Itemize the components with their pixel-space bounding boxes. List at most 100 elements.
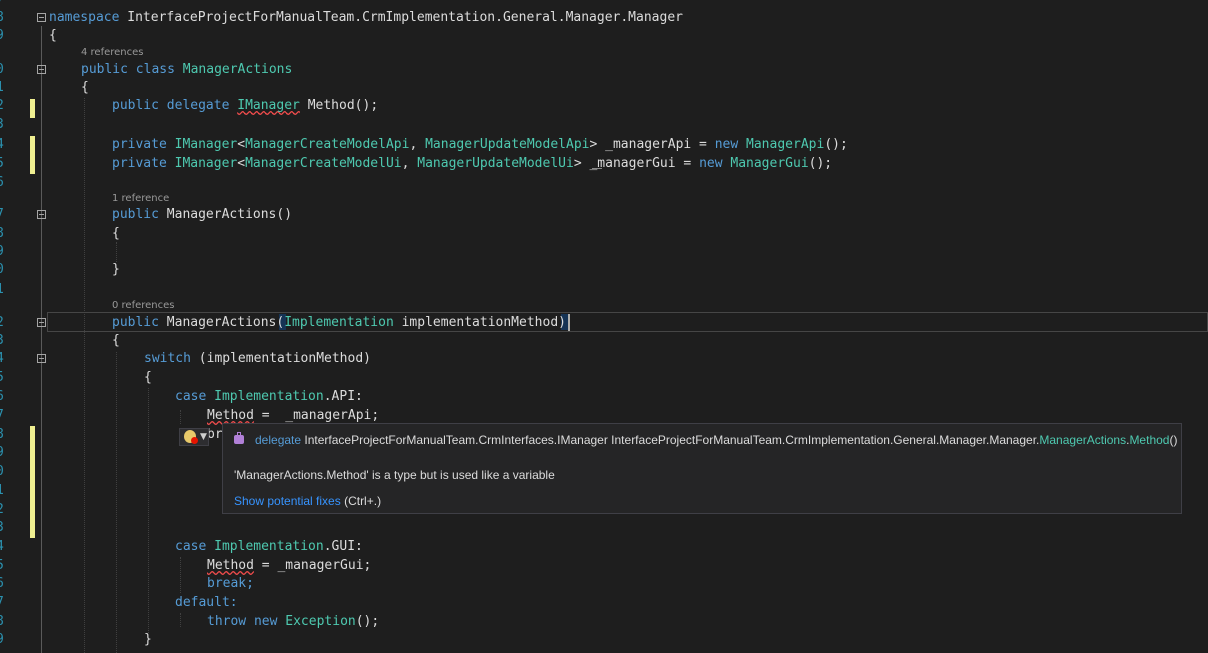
line-number: 9 — [0, 444, 8, 462]
keyword: private — [112, 137, 167, 152]
code-line[interactable]: public ManagerActions() — [0, 206, 1208, 224]
namespace-name: InterfaceProjectForManualTeam.CrmImpleme… — [119, 10, 683, 25]
keyword: public — [112, 207, 159, 222]
line-number-row: 3 — [0, 116, 1208, 134]
code-line-current[interactable]: public ManagerActions(Implementation imp… — [0, 314, 1208, 332]
enum-member: .API: — [323, 389, 363, 404]
line-number: 9 — [0, 243, 8, 261]
tooltip-class-name: ManagerActions — [1039, 433, 1127, 447]
codelens-references[interactable]: 0 references — [112, 300, 175, 311]
tooltip-signature: delegate InterfaceProjectForManualTeam.C… — [255, 433, 1177, 447]
keyword: case — [175, 539, 207, 554]
line-number-row: 3 — [0, 519, 1208, 537]
identifier-error[interactable]: Method — [207, 558, 254, 573]
type-name: ManagerUpdateModelApi — [425, 137, 590, 152]
collapse-toggle-icon[interactable] — [37, 13, 46, 22]
code-line[interactable]: namespace InterfaceProjectForManualTeam.… — [0, 9, 1208, 27]
code-line[interactable]: case Implementation.GUI: — [0, 538, 1208, 556]
assignment: = _managerGui; — [253, 558, 372, 573]
keyword: new — [714, 137, 739, 152]
type-name: Implementation — [214, 539, 324, 554]
keyword: throw — [207, 614, 247, 629]
code-line[interactable]: Method = _managerGui; — [0, 557, 1208, 575]
constructor-name: ManagerActions — [166, 207, 277, 222]
assignment: = _managerApi; — [253, 408, 380, 423]
tooltip-keyword: delegate — [255, 433, 302, 447]
line-number-row: 1 — [0, 281, 1208, 299]
code-line[interactable]: private IManager<ManagerCreateModelUi, M… — [0, 155, 1208, 173]
keyword: public — [112, 98, 159, 113]
punctuation: , — [409, 137, 426, 152]
suggestion-marker — [592, 168, 602, 169]
line-number-row: 6 — [0, 174, 1208, 192]
keyword: public — [112, 315, 159, 330]
punctuation: , — [401, 156, 418, 171]
type-name: ManagerCreateModelUi — [245, 156, 402, 171]
quick-actions-lightbulb[interactable]: ▼ — [179, 428, 209, 446]
collapse-toggle-icon[interactable] — [37, 210, 46, 219]
line-number-row: 7 — [0, 0, 1208, 9]
code-line[interactable]: } — [0, 261, 1208, 279]
keyword: namespace — [49, 10, 120, 25]
method-declaration: Method(); — [307, 98, 379, 113]
class-name: ManagerActions — [182, 62, 293, 77]
code-line[interactable]: } — [0, 631, 1208, 649]
punctuation: () — [276, 207, 293, 222]
show-potential-fixes-link[interactable]: Show potential fixes — [234, 494, 341, 508]
code-line[interactable]: case Implementation.API: — [0, 388, 1208, 406]
type-name: IManager — [174, 156, 238, 171]
punctuation: < — [237, 137, 246, 152]
code-line[interactable]: break; — [0, 575, 1208, 593]
keyword: public — [81, 62, 128, 77]
code-line[interactable]: { — [0, 225, 1208, 243]
text-caret — [568, 314, 570, 331]
error-badge-icon — [191, 437, 198, 444]
code-editor[interactable]: 789012345678901234567890123456789 namesp… — [0, 0, 1208, 653]
line-number: 1 — [0, 281, 8, 299]
code-line[interactable]: public class ManagerActions — [0, 61, 1208, 79]
code-line[interactable]: switch (implementationMethod) — [0, 350, 1208, 368]
punctuation: (); — [355, 614, 380, 629]
indent-guide — [116, 242, 117, 262]
code-line[interactable]: public delegate IManager Method(); — [0, 97, 1208, 115]
collapse-toggle-icon[interactable] — [37, 354, 46, 363]
potential-fixes-line: Show potential fixes (Ctrl+.) — [234, 494, 381, 508]
keyword: new — [253, 614, 278, 629]
dropdown-arrow-icon: ▼ — [200, 432, 207, 442]
delegate-icon — [234, 432, 244, 444]
identifier-error[interactable]: Method — [207, 408, 254, 423]
punctuation: < — [237, 156, 246, 171]
partial-text: br — [207, 427, 223, 442]
code-line[interactable]: default: — [0, 594, 1208, 612]
codelens-references[interactable]: 1 reference — [112, 193, 169, 204]
keyword: delegate — [166, 98, 230, 113]
keyword: break; — [207, 576, 254, 591]
type-name: ManagerUpdateModelUi — [417, 156, 574, 171]
code-line[interactable]: { — [0, 27, 1208, 45]
collapse-toggle-icon[interactable] — [37, 318, 46, 327]
parameter-name: implementationMethod — [393, 315, 559, 330]
code-line[interactable]: private IManager<ManagerCreateModelApi, … — [0, 136, 1208, 154]
field-declaration: > _managerApi = — [589, 137, 715, 152]
type-name: ManagerGui — [730, 156, 809, 171]
code-line[interactable]: { — [0, 332, 1208, 350]
code-line[interactable]: throw new Exception(); — [0, 613, 1208, 631]
brace: { — [144, 370, 152, 385]
collapse-toggle-icon[interactable] — [37, 65, 46, 74]
brace: { — [112, 333, 120, 348]
brace: } — [112, 262, 120, 277]
codelens-references[interactable]: 4 references — [81, 47, 144, 58]
type-name-error[interactable]: IManager — [237, 98, 300, 113]
keyword: case — [175, 389, 207, 404]
punctuation: ) — [558, 315, 566, 330]
quick-info-tooltip: delegate InterfaceProjectForManualTeam.C… — [222, 423, 1182, 514]
code-line[interactable]: { — [0, 79, 1208, 97]
tooltip-member-name: Method — [1129, 433, 1170, 447]
tooltip-signature-text: InterfaceProjectForManualTeam.CrmInterfa… — [301, 433, 1040, 447]
type-name: IManager — [174, 137, 238, 152]
brace: { — [81, 80, 89, 95]
keyword: private — [112, 156, 167, 171]
keyword: default: — [175, 595, 238, 610]
code-line[interactable]: { — [0, 369, 1208, 387]
line-number: 2 — [0, 501, 8, 519]
